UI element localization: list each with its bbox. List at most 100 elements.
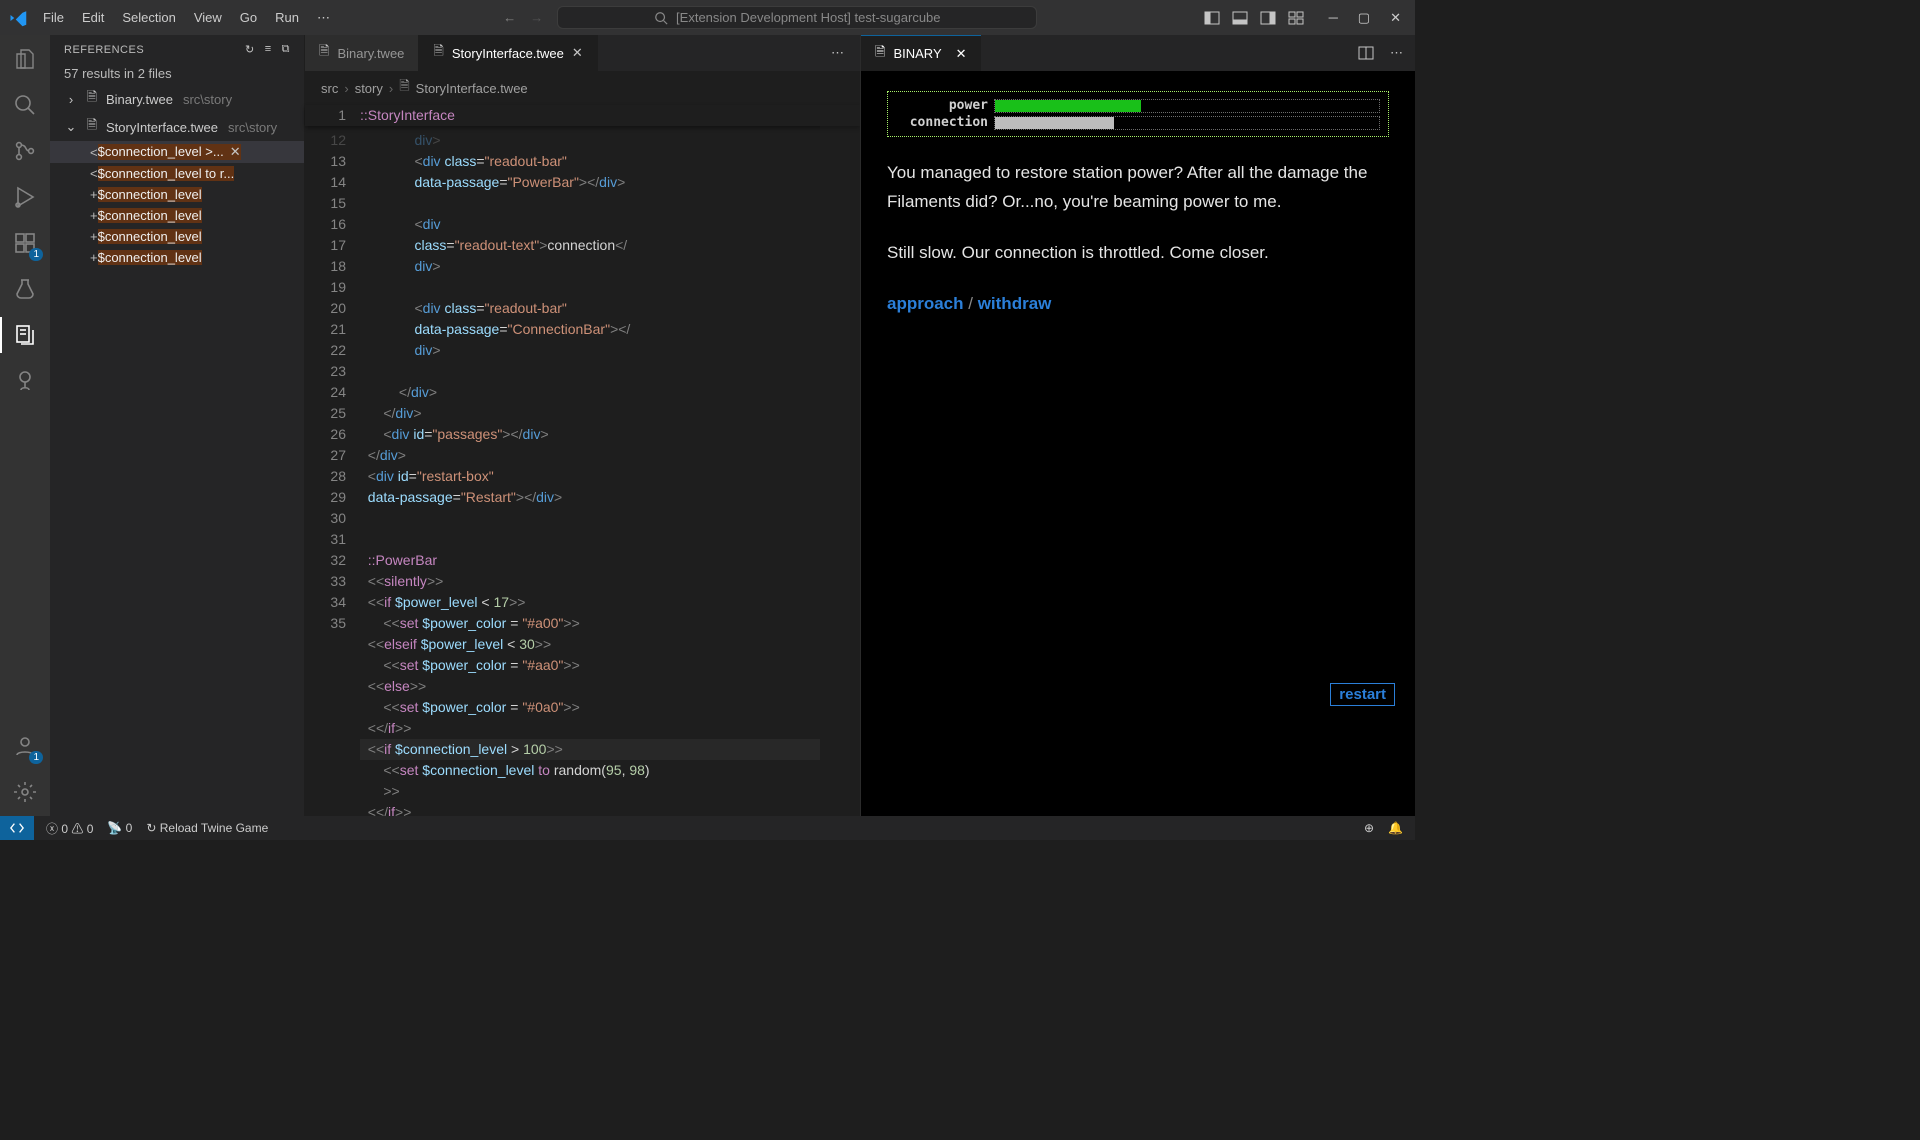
power-label: power: [896, 98, 988, 113]
activity-scm-icon[interactable]: [11, 137, 39, 165]
activity-run-icon[interactable]: [11, 183, 39, 211]
file-icon: 🗎: [319, 42, 329, 64]
menu-run[interactable]: Run: [267, 6, 307, 30]
file-icon: 🗎: [399, 77, 409, 99]
line-number: 1: [305, 105, 360, 126]
window-close-icon[interactable]: ✕: [1390, 10, 1401, 26]
menu-bar: File Edit Selection View Go Run ⋯: [35, 6, 338, 30]
collapse-icon[interactable]: ≡: [265, 43, 272, 56]
file-icon: 🗎: [84, 88, 100, 110]
connection-bar: [994, 116, 1380, 130]
status-ports[interactable]: 📡 0: [107, 821, 132, 835]
vscode-logo-icon: [0, 9, 35, 27]
link-separator: /: [964, 294, 978, 313]
references-panel: REFERENCES ↻ ≡ ⧉ 57 results in 2 files ›…: [50, 35, 305, 816]
reference-match[interactable]: + $connection_level: [50, 184, 304, 205]
editor-group: 🗎 Binary.twee 🗎 StoryInterface.twee ✕ ⋯ …: [305, 35, 860, 816]
menu-go[interactable]: Go: [232, 6, 265, 30]
status-feedback-icon[interactable]: ⊕: [1364, 821, 1374, 835]
reference-match[interactable]: + $connection_level: [50, 247, 304, 268]
layout-right-icon[interactable]: [1259, 9, 1277, 27]
layout-bottom-icon[interactable]: [1231, 9, 1249, 27]
refresh-icon[interactable]: ↻: [245, 43, 255, 56]
link-approach[interactable]: approach: [887, 294, 964, 313]
nav-forward-icon[interactable]: →: [530, 10, 543, 25]
restart-button[interactable]: restart: [1330, 683, 1395, 706]
reference-match[interactable]: <$connection_level >...✕: [50, 141, 304, 163]
activity-settings-icon[interactable]: [11, 778, 39, 806]
status-bar: ⓧ 0 ⚠ 0 📡 0 ↻ Reload Twine Game ⊕ 🔔: [0, 816, 1415, 840]
breadcrumb-segment[interactable]: src: [321, 81, 338, 96]
line-gutter: 1213141516171819202122232425262728293031…: [305, 126, 360, 816]
panel-title: REFERENCES: [64, 44, 144, 56]
close-icon[interactable]: ✕: [956, 46, 967, 62]
sticky-line: ::StoryInterface: [360, 105, 455, 126]
split-icon[interactable]: [1358, 46, 1374, 60]
layout-left-icon[interactable]: [1203, 9, 1221, 27]
activity-bar: 1 1: [0, 35, 50, 816]
status-reload[interactable]: ↻ Reload Twine Game: [146, 821, 268, 835]
tab-storyinterface[interactable]: 🗎 StoryInterface.twee ✕: [419, 35, 597, 71]
activity-accounts-icon[interactable]: 1: [11, 732, 39, 760]
status-problems[interactable]: ⓧ 0 ⚠ 0: [46, 820, 93, 837]
code-area[interactable]: div> <div class="readout-bar" data-passa…: [360, 126, 820, 816]
window-maximize-icon[interactable]: ▢: [1358, 10, 1370, 26]
results-summary: 57 results in 2 files: [50, 62, 304, 85]
editor-tabs: 🗎 Binary.twee 🗎 StoryInterface.twee ✕ ⋯: [305, 35, 860, 71]
file-name: StoryInterface.twee: [106, 120, 218, 135]
chevron-right-icon: ›: [64, 92, 78, 107]
file-row[interactable]: › 🗎 Binary.twee src\story: [50, 85, 304, 113]
connection-label: connection: [896, 115, 988, 130]
tab-binary[interactable]: 🗎 Binary.twee: [305, 35, 419, 71]
minimap[interactable]: [820, 126, 860, 816]
story-text: You managed to restore station power? Af…: [881, 157, 1395, 292]
clear-icon[interactable]: ⧉: [282, 43, 290, 56]
activity-references-icon[interactable]: [11, 321, 39, 349]
menu-overflow[interactable]: ⋯: [309, 6, 338, 30]
activity-search-icon[interactable]: [11, 91, 39, 119]
file-icon: 🗎: [84, 116, 100, 138]
more-icon[interactable]: ⋯: [1390, 45, 1403, 61]
reference-match[interactable]: + $connection_level: [50, 226, 304, 247]
breadcrumb-segment[interactable]: StoryInterface.twee: [416, 81, 528, 96]
preview-panel: 🗎 BINARY ✕ ⋯ power connection: [860, 35, 1415, 816]
file-name: Binary.twee: [106, 92, 173, 107]
close-icon[interactable]: ✕: [572, 45, 583, 61]
search-icon: [654, 11, 668, 25]
reference-match[interactable]: + $connection_level: [50, 205, 304, 226]
activity-explorer-icon[interactable]: [11, 45, 39, 73]
nav-back-icon[interactable]: ←: [503, 10, 516, 25]
story-paragraph: You managed to restore station power? Af…: [887, 159, 1389, 217]
breadcrumb-segment[interactable]: story: [355, 81, 383, 96]
status-bell-icon[interactable]: 🔔: [1388, 821, 1403, 835]
command-center-text: [Extension Development Host] test-sugarc…: [676, 10, 940, 25]
activity-twee-icon[interactable]: [11, 367, 39, 395]
activity-extensions-icon[interactable]: 1: [11, 229, 39, 257]
command-center[interactable]: [Extension Development Host] test-sugarc…: [557, 6, 1037, 29]
menu-selection[interactable]: Selection: [114, 6, 183, 30]
file-row[interactable]: ⌄ 🗎 StoryInterface.twee src\story: [50, 113, 304, 141]
tab-label: StoryInterface.twee: [452, 46, 564, 61]
menu-file[interactable]: File: [35, 6, 72, 30]
close-icon[interactable]: ✕: [224, 144, 241, 159]
file-path: src\story: [228, 120, 277, 135]
menu-edit[interactable]: Edit: [74, 6, 112, 30]
menu-view[interactable]: View: [186, 6, 230, 30]
editor-overflow-icon[interactable]: ⋯: [815, 35, 860, 71]
link-withdraw[interactable]: withdraw: [978, 294, 1052, 313]
reference-match[interactable]: <$connection_level to r...: [50, 163, 304, 184]
file-path: src\story: [183, 92, 232, 107]
activity-testing-icon[interactable]: [11, 275, 39, 303]
title-bar: File Edit Selection View Go Run ⋯ ← → [E…: [0, 0, 1415, 35]
window-minimize-icon[interactable]: ─: [1329, 10, 1338, 26]
remote-icon[interactable]: [0, 816, 34, 840]
customize-layout-icon[interactable]: [1287, 9, 1305, 27]
hud-box: power connection: [887, 91, 1389, 137]
chevron-down-icon: ⌄: [64, 119, 78, 135]
breadcrumb[interactable]: src› story› 🗎 StoryInterface.twee: [305, 71, 860, 105]
tab-label: Binary.twee: [337, 46, 404, 61]
file-icon: 🗎: [875, 43, 885, 65]
preview-tab[interactable]: 🗎 BINARY ✕: [861, 35, 981, 71]
file-icon: 🗎: [433, 42, 443, 64]
story-choices: approach / withdraw: [881, 292, 1395, 316]
